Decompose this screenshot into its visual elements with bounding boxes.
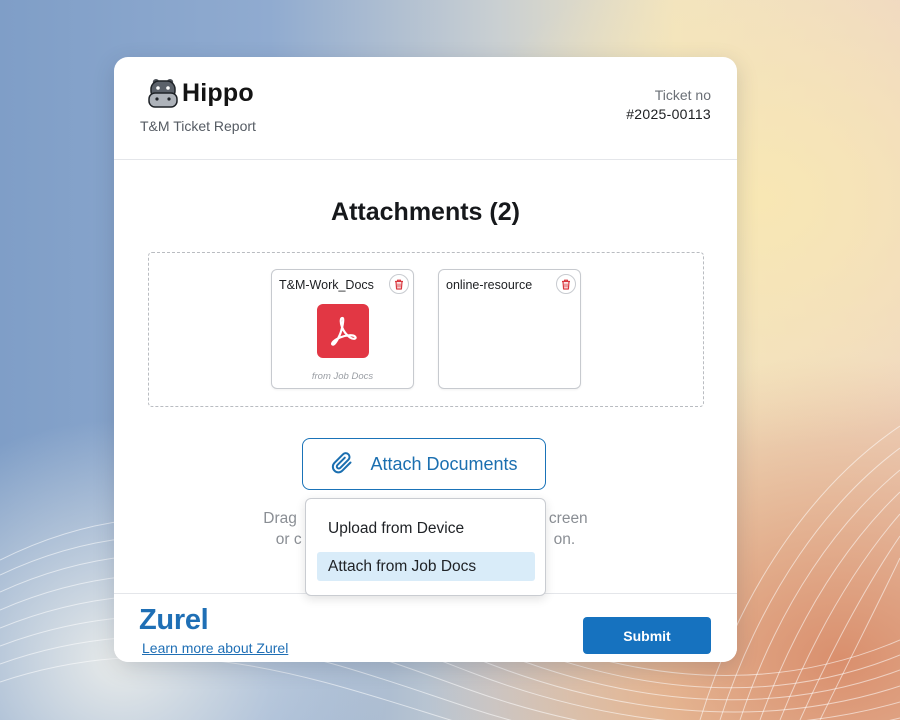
paperclip-icon [332,452,352,474]
attach-options-menu: Upload from Device Attach from Job Docs [305,498,546,596]
delete-attachment-button[interactable] [389,274,409,294]
attach-documents-label: Attach Documents [370,453,518,474]
learn-more-link[interactable]: Learn more about Zurel [142,640,288,656]
delete-attachment-button[interactable] [556,274,576,294]
attachment-card[interactable]: online-resource [438,269,581,389]
ticket-number: #2025-00113 [626,106,711,122]
drag-hint-left: Drag [263,510,297,527]
attachment-source: from Job Docs [311,371,374,382]
attachment-name: online-resource [446,278,533,292]
trash-icon [562,279,570,290]
attachment-name: T&M-Work_Docs [279,278,374,292]
zurel-logo: Zurel [139,604,209,636]
hippo-logo: Hippo [148,77,254,109]
drag-hint2-left: or c [275,531,302,548]
menu-item-upload-from-device[interactable]: Upload from Device [317,514,535,543]
trash-icon [395,279,403,290]
attachment-card[interactable]: T&M-Work_Docs from Job Docs [271,269,414,389]
card-footer: Zurel Learn more about Zurel Submit [114,593,737,662]
submit-button[interactable]: Submit [583,617,711,654]
ticket-number-label: Ticket no [654,87,711,103]
pdf-icon [317,304,369,358]
drag-hint2-right: on. [553,531,576,548]
card-header: Hippo T&M Ticket Report Ticket no #2025-… [114,57,737,160]
report-title: T&M Ticket Report [140,118,256,134]
ticket-report-card: Hippo T&M Ticket Report Ticket no #2025-… [114,57,737,662]
hippo-icon [148,79,178,108]
attach-documents-button[interactable]: Attach Documents [302,438,546,490]
drag-hint-right: creen [548,510,588,527]
brand-name: Hippo [182,78,254,107]
menu-item-attach-from-job-docs[interactable]: Attach from Job Docs [317,552,535,581]
attachments-dropzone[interactable]: T&M-Work_Docs from Job Docs online-resou… [148,252,704,407]
attachments-heading: Attachments (2) [331,198,520,226]
